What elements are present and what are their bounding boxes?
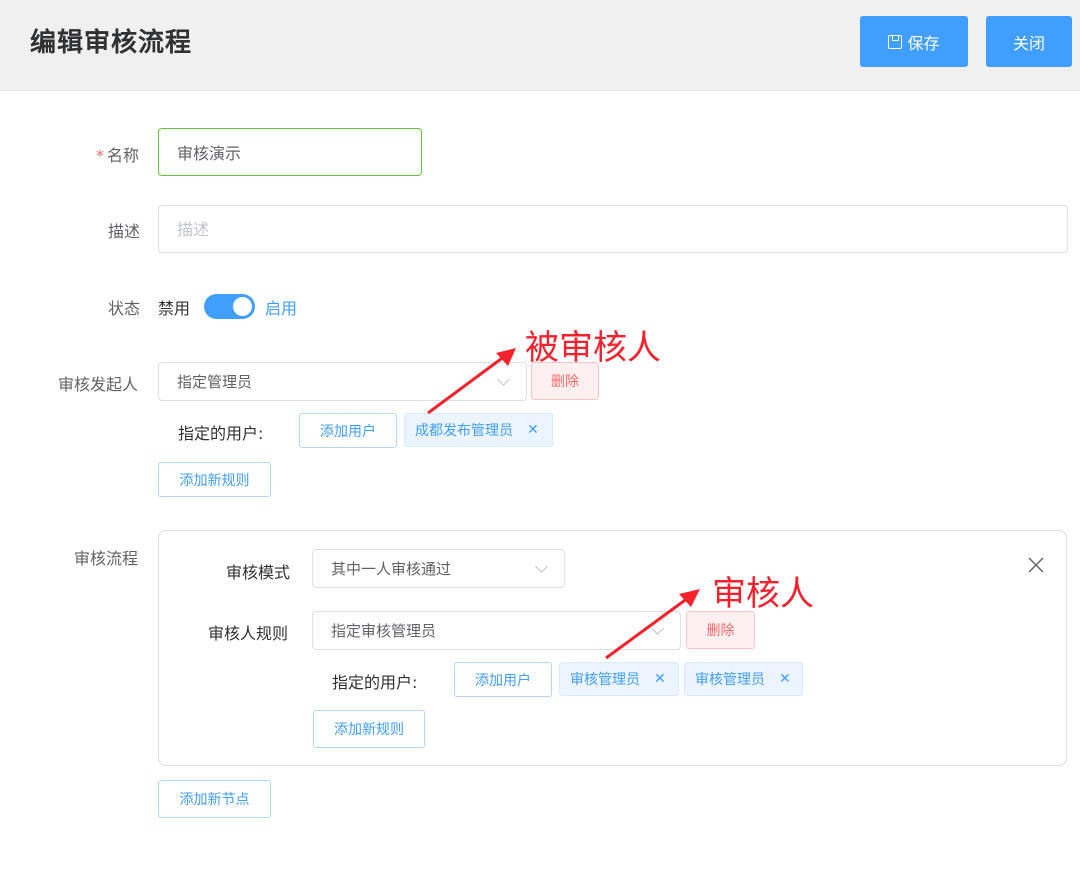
reviewer-rule-value: 指定审核管理员 <box>331 622 437 640</box>
initiator-add-rule-button[interactable]: 添加新规则 <box>158 462 271 497</box>
user-tag-label: 审核管理员 <box>695 672 765 688</box>
name-label: * 名称 <box>96 142 139 166</box>
close-icon[interactable]: ✕ <box>779 671 791 687</box>
save-button-label: 保存 <box>907 33 940 53</box>
user-tag-label: 成都发布管理员 <box>415 423 513 439</box>
required-mark: * <box>96 146 104 165</box>
reviewer-rule-label: 审核人规则 <box>208 624 289 643</box>
reviewer-add-user-button[interactable]: 添加用户 <box>454 662 552 697</box>
flow-label: 审核流程 <box>74 549 139 568</box>
initiator-rule-select[interactable]: 指定管理员 <box>158 362 527 401</box>
status-toggle[interactable] <box>204 294 255 319</box>
reviewer-delete-button[interactable]: 删除 <box>686 611 755 649</box>
add-node-button[interactable]: 添加新节点 <box>158 780 271 818</box>
user-tag-label: 审核管理员 <box>570 672 640 688</box>
user-tag: 审核管理员 ✕ <box>684 662 803 696</box>
user-tag: 审核管理员 ✕ <box>559 662 679 696</box>
chevron-down-icon <box>535 560 548 573</box>
status-label: 状态 <box>108 299 141 318</box>
description-label: 描述 <box>108 222 141 241</box>
description-input[interactable] <box>158 205 1068 253</box>
status-on-label: 启用 <box>265 299 298 318</box>
initiator-label: 审核发起人 <box>58 375 139 394</box>
page-header: 编辑审核流程 保存 关闭 <box>0 0 1080 91</box>
page-title: 编辑审核流程 <box>30 28 193 58</box>
name-label-text: 名称 <box>107 146 140 165</box>
mode-select[interactable]: 其中一人审核通过 <box>312 549 565 588</box>
close-button[interactable]: 关闭 <box>986 16 1072 67</box>
reviewer-rule-select[interactable]: 指定审核管理员 <box>312 611 681 650</box>
close-icon[interactable] <box>1026 555 1046 575</box>
user-tag: 成都发布管理员 ✕ <box>404 413 553 447</box>
mode-value: 其中一人审核通过 <box>331 560 452 578</box>
reviewer-assigned-label: 指定的用户: <box>332 673 418 692</box>
reviewer-add-rule-button[interactable]: 添加新规则 <box>313 710 425 748</box>
reviewee-annotation: 被审核人 <box>525 328 661 368</box>
status-off-label: 禁用 <box>158 299 191 318</box>
mode-label: 审核模式 <box>226 563 291 582</box>
initiator-rule-value: 指定管理员 <box>177 373 253 391</box>
initiator-assigned-label: 指定的用户: <box>178 424 264 443</box>
toggle-knob <box>233 297 252 316</box>
save-icon <box>888 34 903 49</box>
chevron-down-icon <box>497 373 510 386</box>
initiator-add-user-button[interactable]: 添加用户 <box>299 413 397 448</box>
close-icon[interactable]: ✕ <box>527 422 539 438</box>
reviewer-annotation: 审核人 <box>712 574 814 614</box>
chevron-down-icon <box>651 622 664 635</box>
close-icon[interactable]: ✕ <box>654 671 666 687</box>
save-button[interactable]: 保存 <box>860 16 968 67</box>
name-input[interactable] <box>158 128 422 176</box>
